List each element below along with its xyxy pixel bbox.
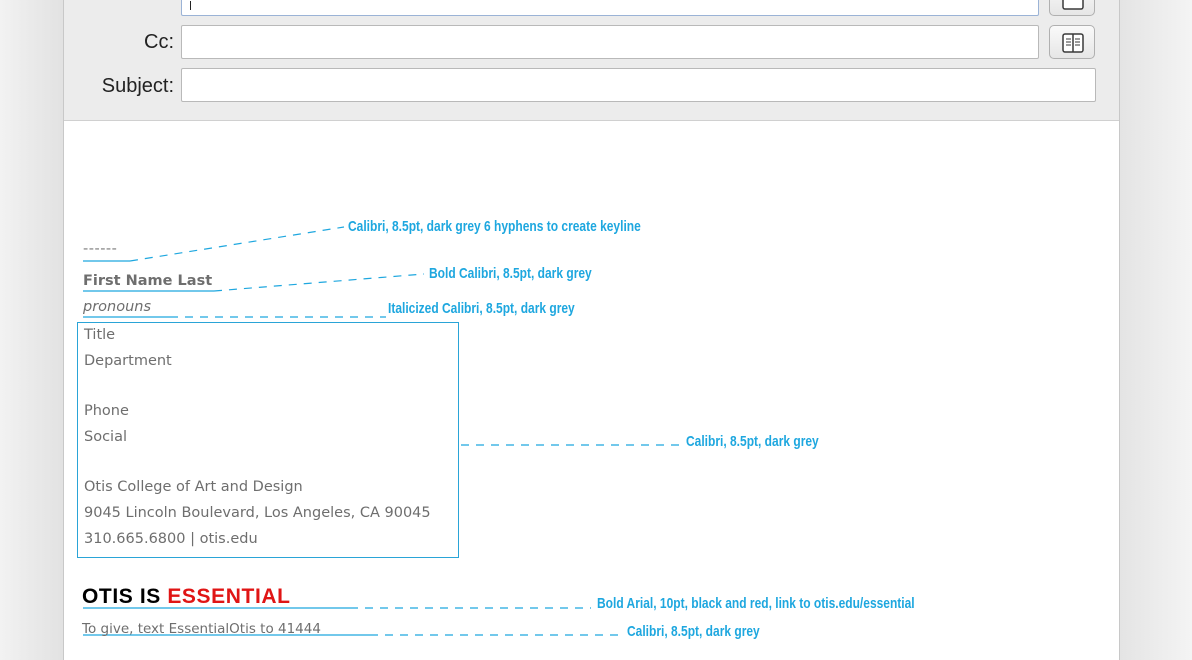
give-text: To give, text EssentialOtis to 41444 bbox=[82, 621, 321, 637]
signature-college: Otis College of Art and Design bbox=[84, 479, 303, 495]
annotation-banner: Bold Arial, 10pt, black and red, link to… bbox=[597, 595, 915, 612]
cc-label: Cc: bbox=[144, 31, 174, 53]
compose-window: Cc: Subject: ------ First Name Last pron… bbox=[63, 0, 1120, 660]
signature-phone: Phone bbox=[84, 403, 129, 419]
annotation-block: Calibri, 8.5pt, dark grey bbox=[686, 433, 819, 450]
annotation-give: Calibri, 8.5pt, dark grey bbox=[627, 623, 760, 640]
signature-contact-block: Title Department Phone Social Otis Colle… bbox=[77, 322, 459, 558]
otis-essential-link[interactable]: OTIS IS ESSENTIAL bbox=[82, 585, 291, 609]
subject-label: Subject: bbox=[101, 75, 174, 97]
address-book-button-to[interactable] bbox=[1049, 0, 1095, 16]
signature-title: Title bbox=[84, 327, 116, 343]
annotation-pronouns: Italicized Calibri, 8.5pt, dark grey bbox=[388, 300, 575, 317]
address-book-icon bbox=[1062, 0, 1084, 10]
annotation-hyphens: Calibri, 8.5pt, dark grey 6 hyphens to c… bbox=[348, 218, 641, 235]
message-body[interactable]: ------ First Name Last pronouns Title De… bbox=[64, 122, 1119, 660]
leader-name bbox=[213, 273, 425, 292]
signature-contact: 310.665.6800 | otis.edu bbox=[84, 531, 258, 547]
annotation-name: Bold Calibri, 8.5pt, dark grey bbox=[429, 265, 592, 282]
desktop-left-edge bbox=[0, 0, 63, 660]
compose-header: Cc: Subject: bbox=[64, 0, 1119, 121]
signature-keyline: ------ bbox=[83, 241, 118, 257]
signature-department: Department bbox=[84, 353, 172, 369]
signature-address: 9045 Lincoln Boulevard, Los Angeles, CA … bbox=[84, 505, 431, 521]
leader-hyphens bbox=[129, 226, 345, 262]
address-book-icon bbox=[1062, 33, 1084, 53]
signature-social: Social bbox=[84, 429, 127, 445]
banner-black-text: OTIS IS bbox=[82, 585, 168, 608]
text-caret bbox=[190, 1, 191, 10]
desktop-right-edge bbox=[1120, 0, 1192, 660]
to-field[interactable] bbox=[181, 0, 1039, 16]
banner-red-text: ESSENTIAL bbox=[167, 585, 291, 608]
subject-field[interactable] bbox=[181, 68, 1096, 102]
cc-field[interactable] bbox=[181, 25, 1039, 59]
address-book-button-cc[interactable] bbox=[1049, 25, 1095, 59]
signature-name: First Name Last bbox=[83, 273, 213, 289]
signature-pronouns: pronouns bbox=[83, 299, 152, 315]
